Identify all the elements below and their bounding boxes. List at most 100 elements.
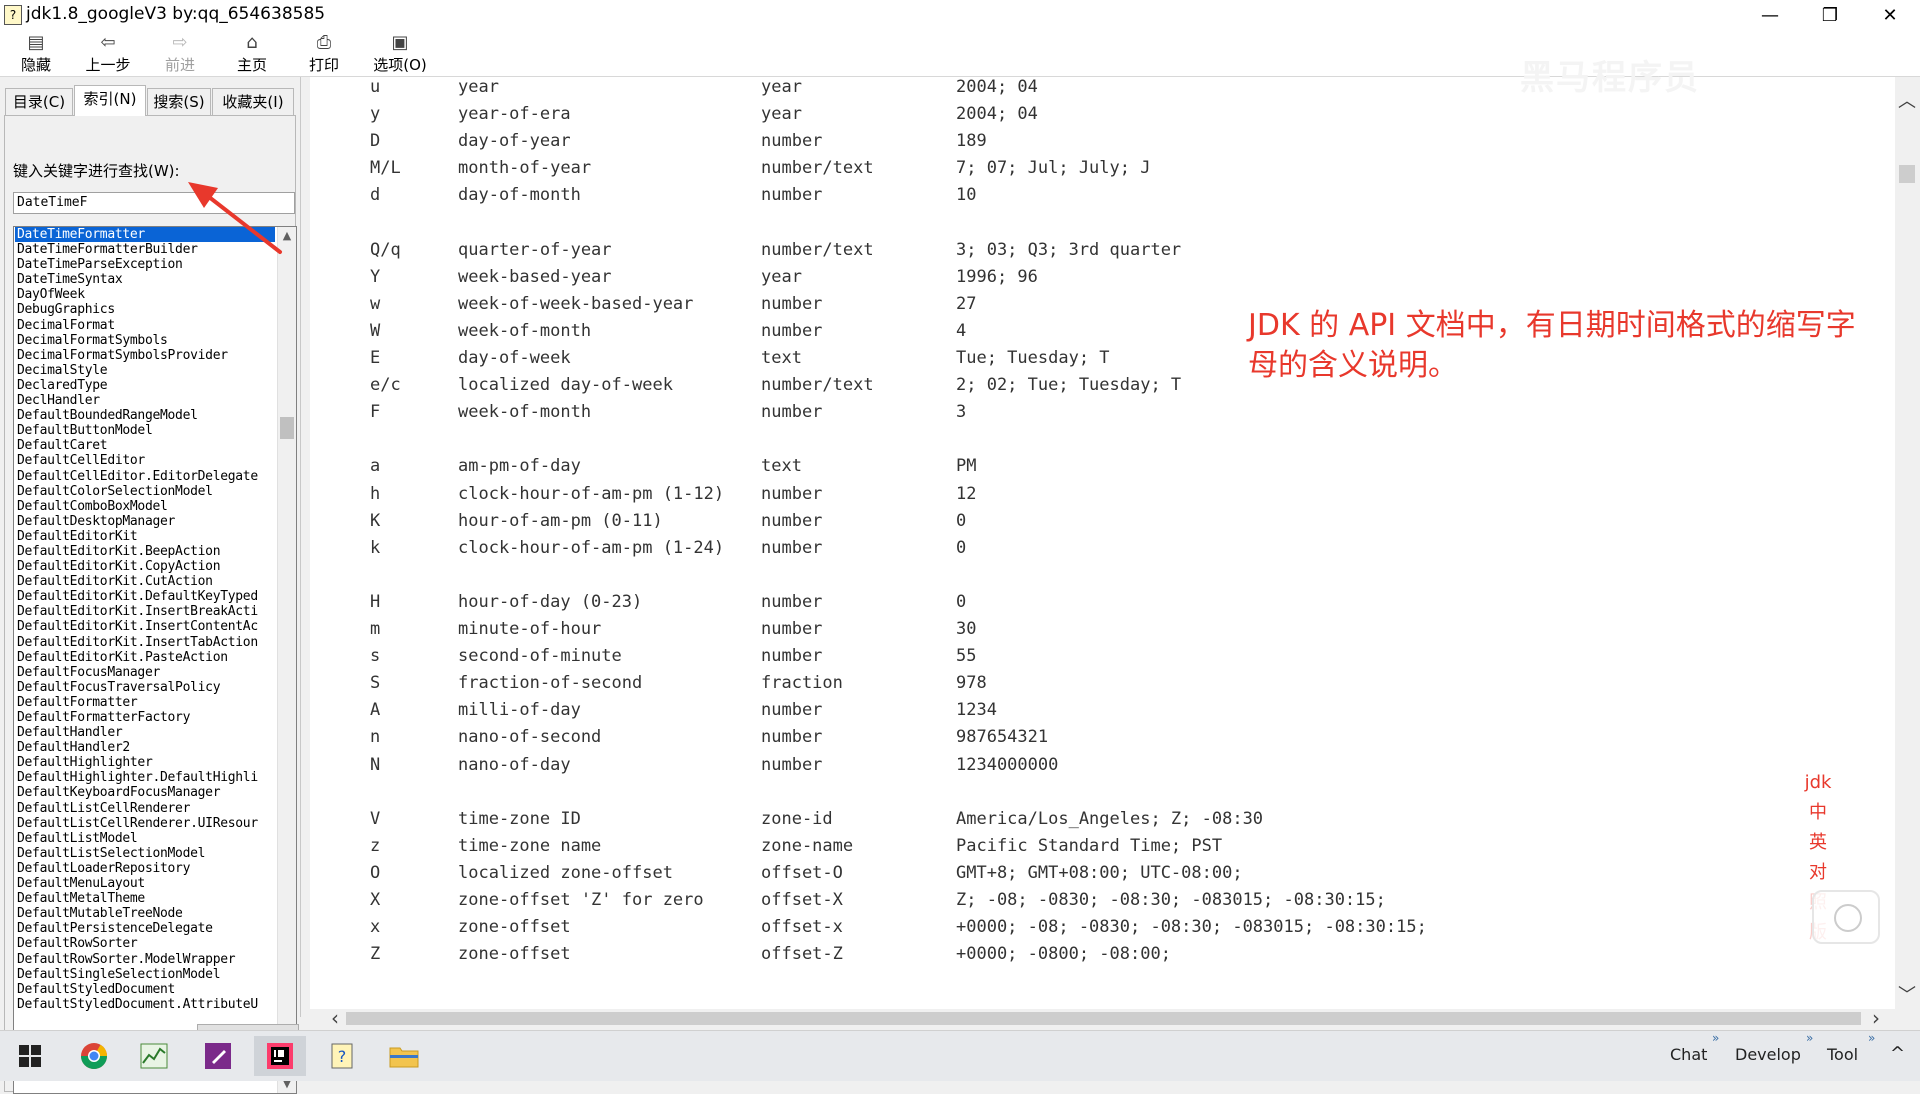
tab-search[interactable]: 搜索(S): [147, 88, 211, 115]
tray-develop[interactable]: Develop: [1735, 1045, 1801, 1064]
list-item[interactable]: DefaultEditorKit.BeepAction: [15, 544, 275, 559]
taskbar-chrome[interactable]: [68, 1036, 120, 1076]
list-item[interactable]: DefaultColorSelectionModel: [15, 484, 275, 499]
list-item[interactable]: DebugGraphics: [15, 302, 275, 317]
list-item[interactable]: DefaultMetalTheme: [15, 891, 275, 906]
list-item[interactable]: DefaultEditorKit.DefaultKeyTyped: [15, 589, 275, 604]
list-item[interactable]: DefaultFormatter: [15, 695, 275, 710]
list-item[interactable]: DefaultEditorKit.InsertTabAction: [15, 635, 275, 650]
vertical-scrollbar[interactable]: ︿ ﹀: [1895, 77, 1920, 1009]
pattern-symbol: D: [370, 131, 381, 152]
list-item[interactable]: DefaultStyledDocument.AttributeU: [15, 997, 275, 1012]
tab-favorites[interactable]: 收藏夹(I): [212, 88, 294, 115]
list-item[interactable]: DecimalFormatSymbols: [15, 333, 275, 348]
tool-more-icon[interactable]: »: [1868, 1031, 1875, 1045]
taskbar-file-explorer[interactable]: [378, 1036, 430, 1076]
options-button[interactable]: ▣ 选项(O): [364, 32, 436, 74]
scroll-right-icon[interactable]: ›: [1865, 1006, 1887, 1030]
back-button[interactable]: ⇦ 上一步: [76, 32, 140, 74]
list-item[interactable]: DefaultEditorKit.InsertContentAc: [15, 619, 275, 634]
side-note-char: 对: [1809, 862, 1827, 883]
list-item[interactable]: DefaultHandler2: [15, 740, 275, 755]
taskbar-help-viewer[interactable]: ?: [316, 1036, 368, 1076]
print-button[interactable]: ⎙ 打印: [292, 32, 356, 74]
hide-button[interactable]: ▤ 隐藏: [4, 32, 68, 74]
list-item[interactable]: DecimalFormatSymbolsProvider: [15, 348, 275, 363]
list-item[interactable]: DefaultLoaderRepository: [15, 861, 275, 876]
list-item[interactable]: DefaultStyledDocument: [15, 982, 275, 997]
list-item[interactable]: DeclaredType: [15, 378, 275, 393]
taskbar-intellij[interactable]: [254, 1036, 306, 1076]
list-item[interactable]: DefaultEditorKit.InsertBreakActi: [15, 604, 275, 619]
tray-chat[interactable]: Chat: [1670, 1045, 1707, 1064]
list-item[interactable]: DefaultFocusTraversalPolicy: [15, 680, 275, 695]
help-document-icon: ?: [331, 1043, 353, 1069]
list-item[interactable]: DefaultEditorKit: [15, 529, 275, 544]
restore-button[interactable]: ❐: [1802, 0, 1858, 30]
list-item[interactable]: DeclHandler: [15, 393, 275, 408]
list-item[interactable]: DefaultKeyboardFocusManager: [15, 785, 275, 800]
start-button[interactable]: [4, 1036, 56, 1076]
list-item[interactable]: DefaultListCellRenderer.UIResour: [15, 816, 275, 831]
tab-index[interactable]: 索引(N): [74, 85, 146, 116]
list-item[interactable]: DefaultRowSorter: [15, 936, 275, 951]
list-item[interactable]: DefaultBoundedRangeModel: [15, 408, 275, 423]
tray-tool[interactable]: Tool: [1827, 1045, 1858, 1064]
list-item[interactable]: DefaultButtonModel: [15, 423, 275, 438]
list-item[interactable]: DefaultListCellRenderer: [15, 801, 275, 816]
index-list[interactable]: DateTimeFormatter DateTimeFormatterBuilde…: [13, 226, 297, 1094]
list-item[interactable]: DefaultFocusManager: [15, 665, 275, 680]
chat-more-icon[interactable]: »: [1712, 1031, 1719, 1045]
field-meaning: week-of-month: [458, 320, 592, 341]
field-example: 0: [956, 591, 967, 612]
scroll-left-icon[interactable]: ‹: [324, 1006, 346, 1030]
list-item[interactable]: DefaultCellEditor.EditorDelegate: [15, 469, 275, 484]
close-button[interactable]: ✕: [1862, 0, 1918, 30]
index-list-scrollbar[interactable]: ▲ ▼: [277, 227, 296, 1093]
minimize-button[interactable]: —: [1742, 0, 1798, 30]
home-button[interactable]: ⌂ 主页: [220, 32, 284, 74]
list-item[interactable]: DefaultEditorKit.CutAction: [15, 574, 275, 589]
list-item[interactable]: DefaultMutableTreeNode: [15, 906, 275, 921]
horizontal-scrollbar[interactable]: ‹ ›: [310, 1006, 1895, 1030]
list-item[interactable]: DefaultHighlighter.DefaultHighli: [15, 770, 275, 785]
list-item[interactable]: DefaultRowSorter.ModelWrapper: [15, 952, 275, 967]
taskbar-chart-app[interactable]: [128, 1036, 180, 1076]
list-item[interactable]: DefaultCellEditor: [15, 453, 275, 468]
taskbar-onenote[interactable]: [192, 1036, 244, 1076]
list-item[interactable]: DateTimeSyntax: [15, 272, 275, 287]
forward-button[interactable]: ⇨ 前进: [148, 32, 212, 74]
list-item[interactable]: DefaultSingleSelectionModel: [15, 967, 275, 982]
list-item[interactable]: DecimalStyle: [15, 363, 275, 378]
play-video-icon[interactable]: [1812, 890, 1880, 944]
field-example: 2; 02; Tue; Tuesday; T: [956, 375, 1182, 396]
show-hidden-icons-button[interactable]: ^: [1890, 1043, 1905, 1064]
list-item[interactable]: DefaultHighlighter: [15, 755, 275, 770]
list-item[interactable]: DefaultListSelectionModel: [15, 846, 275, 861]
field-meaning: week-based-year: [458, 266, 612, 287]
list-item[interactable]: DefaultEditorKit.PasteAction: [15, 650, 275, 665]
chart-app-icon: [140, 1043, 168, 1069]
list-item[interactable]: DefaultPersistenceDelegate: [15, 921, 275, 936]
scrollbar-thumb[interactable]: [280, 417, 294, 439]
field-example: 10: [956, 185, 977, 206]
list-item[interactable]: DefaultMenuLayout: [15, 876, 275, 891]
scrollbar-thumb[interactable]: [1899, 165, 1915, 183]
list-item[interactable]: DecimalFormat: [15, 318, 275, 333]
list-item[interactable]: DefaultListModel: [15, 831, 275, 846]
field-example: 3: [956, 402, 967, 423]
pattern-symbol: S: [370, 673, 381, 694]
field-example: America/Los_Angeles; Z; -08:30: [956, 808, 1264, 829]
list-item[interactable]: DayOfWeek: [15, 287, 275, 302]
tab-contents[interactable]: 目录(C): [5, 88, 73, 115]
list-item[interactable]: DefaultComboBoxModel: [15, 499, 275, 514]
list-item[interactable]: DefaultCaret: [15, 438, 275, 453]
list-item[interactable]: DefaultDesktopManager: [15, 514, 275, 529]
list-item[interactable]: DefaultHandler: [15, 725, 275, 740]
list-item[interactable]: DefaultEditorKit.CopyAction: [15, 559, 275, 574]
scroll-down-icon[interactable]: ﹀: [1897, 981, 1917, 1006]
list-item[interactable]: DefaultFormatterFactory: [15, 710, 275, 725]
scroll-up-icon[interactable]: ︿: [1897, 87, 1917, 112]
scrollbar-thumb[interactable]: [346, 1012, 1861, 1025]
develop-more-icon[interactable]: »: [1806, 1031, 1813, 1045]
